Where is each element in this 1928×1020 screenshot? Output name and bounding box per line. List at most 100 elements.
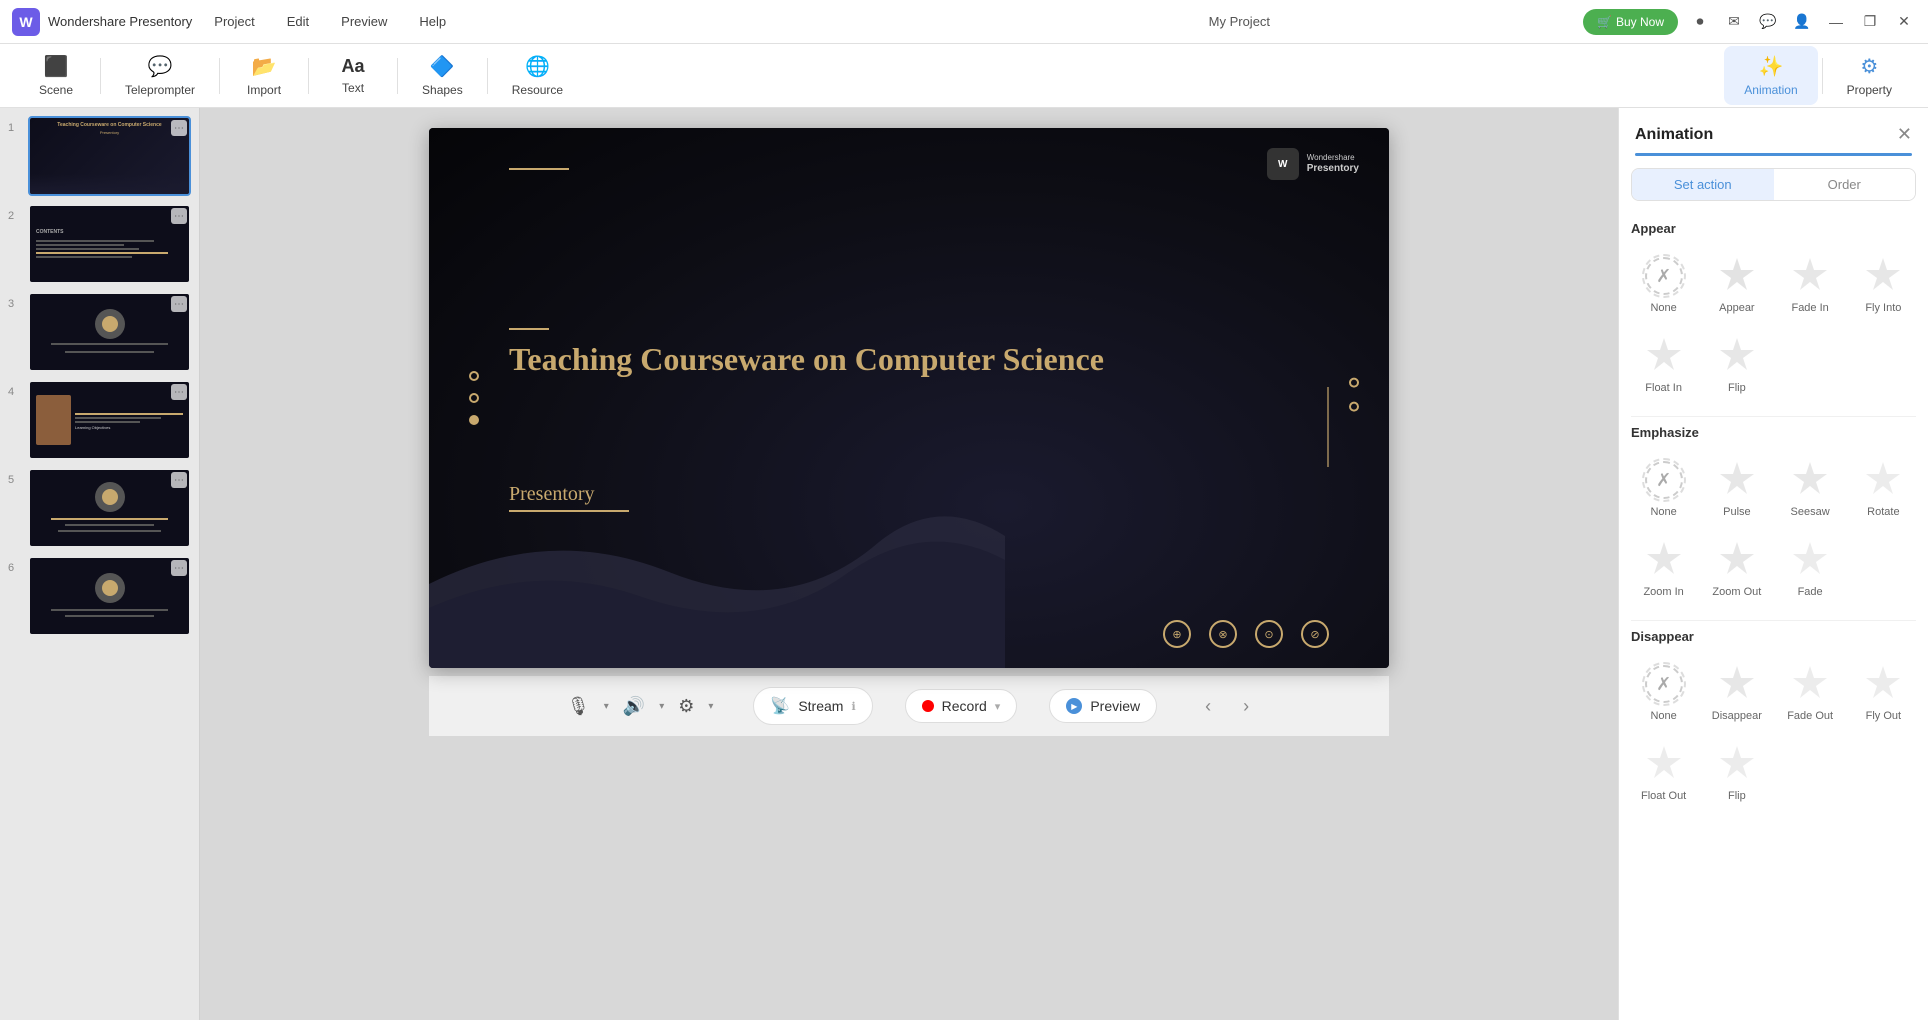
settings-dropdown[interactable]: ▾ — [708, 701, 713, 712]
toolbar-animation[interactable]: ✨ Animation — [1724, 46, 1817, 105]
stream-label: Stream — [798, 698, 843, 714]
slide-3-icon — [95, 309, 125, 339]
slide-item-3[interactable]: 3 ⋯ — [8, 292, 191, 372]
slide-canvas[interactable]: W Wondershare Presentory Teaching Course… — [429, 128, 1389, 668]
appear-appear-label: Appear — [1719, 302, 1754, 314]
appear-appear[interactable]: Appear — [1704, 248, 1769, 320]
microphone-button[interactable]: 🎙 — [561, 690, 596, 723]
emphasize-none[interactable]: ✗ None — [1631, 452, 1696, 524]
disappear-float-out[interactable]: Float Out — [1631, 736, 1696, 808]
disappear-disappear[interactable]: Disappear — [1704, 656, 1769, 728]
tab-set-action[interactable]: Set action — [1632, 169, 1774, 200]
disappear-fade-out-label: Fade Out — [1787, 710, 1833, 722]
canvas-logo-brand: Wondershare — [1307, 153, 1359, 163]
toolbar-shapes[interactable]: 🔷 Shapes — [402, 46, 483, 105]
disappear-fly-out[interactable]: Fly Out — [1851, 656, 1916, 728]
nav-next-button[interactable]: › — [1235, 692, 1257, 721]
recording-indicator[interactable]: ⏺ — [1688, 10, 1712, 34]
toolbar-resource-label: Resource — [512, 83, 563, 97]
close-button[interactable]: ✕ — [1892, 10, 1916, 34]
maximize-button[interactable]: ❐ — [1858, 10, 1882, 34]
scene-icon: ⬛ — [44, 54, 69, 79]
menu-help[interactable]: Help — [413, 10, 452, 33]
canvas-title[interactable]: Teaching Courseware on Computer Science — [509, 328, 1104, 378]
emphasize-seesaw[interactable]: Seesaw — [1778, 452, 1843, 524]
toolbar-scene-label: Scene — [39, 83, 73, 97]
slide-more-2[interactable]: ⋯ — [171, 208, 187, 224]
slide-item-6[interactable]: 6 ⋯ — [8, 556, 191, 636]
chat-icon-btn[interactable]: 💬 — [1756, 10, 1780, 34]
slide-item-2[interactable]: 2 CONTENTS ⋯ — [8, 204, 191, 284]
panel-tabs: Set action Order — [1631, 168, 1916, 201]
appear-flip[interactable]: Flip — [1704, 328, 1769, 400]
volume-button[interactable]: 🔊 — [617, 690, 651, 723]
slide-item-1[interactable]: 1 Teaching Courseware on Computer Scienc… — [8, 116, 191, 196]
slide-number-3: 3 — [8, 292, 22, 310]
slide-2-title: CONTENTS — [36, 229, 64, 235]
disappear-fade-out[interactable]: Fade Out — [1778, 656, 1843, 728]
slide-item-4[interactable]: 4 Learning Objectives ⋯ — [8, 380, 191, 460]
slide-thumb-5[interactable]: ⋯ — [28, 468, 191, 548]
emphasize-rotate[interactable]: Rotate — [1851, 452, 1916, 524]
mail-icon-btn[interactable]: ✉ — [1722, 10, 1746, 34]
appear-fade-in[interactable]: Fade In — [1778, 248, 1843, 320]
appear-flip-icon — [1715, 334, 1759, 378]
slide-more-1[interactable]: ⋯ — [171, 120, 187, 136]
slide-thumb-6[interactable]: ⋯ — [28, 556, 191, 636]
canvas-bottom-icon-3: ⊙ — [1255, 620, 1283, 648]
disappear-flip[interactable]: Flip — [1704, 736, 1769, 808]
tab-order[interactable]: Order — [1774, 169, 1916, 200]
disappear-none[interactable]: ✗ None — [1631, 656, 1696, 728]
emphasize-zoom-out[interactable]: Zoom Out — [1704, 532, 1769, 604]
vol-dropdown[interactable]: ▾ — [659, 701, 664, 712]
slide-thumb-2[interactable]: CONTENTS ⋯ — [28, 204, 191, 284]
settings-button[interactable]: ⚙ — [672, 690, 700, 723]
canvas-subtitle-underline — [509, 510, 629, 512]
slide-more-4[interactable]: ⋯ — [171, 384, 187, 400]
toolbar-teleprompter[interactable]: 💬 Teleprompter — [105, 46, 215, 105]
preview-button[interactable]: ▶ Preview — [1049, 689, 1157, 723]
appear-none[interactable]: ✗ None — [1631, 248, 1696, 320]
toolbar-property[interactable]: ⚙ Property — [1827, 46, 1912, 105]
canvas-dot-1 — [469, 371, 479, 381]
slide-thumb-4[interactable]: Learning Objectives ⋯ — [28, 380, 191, 460]
nav-prev-button[interactable]: ‹ — [1197, 692, 1219, 721]
emphasize-zoom-in[interactable]: Zoom In — [1631, 532, 1696, 604]
bottom-left-controls: 🎙 ▾ 🔊 ▾ ⚙ ▾ — [561, 690, 714, 723]
appear-float-in[interactable]: Float In — [1631, 328, 1696, 400]
toolbar-text[interactable]: Aa Text — [313, 48, 393, 103]
canvas-subtitle[interactable]: Presentory — [509, 483, 629, 512]
appear-animation-grid: ✗ None Appear — [1631, 248, 1916, 400]
record-button[interactable]: Record ▾ — [905, 689, 1018, 723]
slide-thumb-inner-2: CONTENTS — [30, 206, 189, 282]
user-icon-btn[interactable]: 👤 — [1790, 10, 1814, 34]
buy-now-button[interactable]: 🛒 Buy Now — [1583, 9, 1678, 35]
slide-more-6[interactable]: ⋯ — [171, 560, 187, 576]
slide-more-5[interactable]: ⋯ — [171, 472, 187, 488]
emphasize-fade[interactable]: Fade — [1778, 532, 1843, 604]
emphasize-none-icon: ✗ — [1642, 458, 1686, 502]
minimize-button[interactable]: — — [1824, 10, 1848, 34]
slide-item-5[interactable]: 5 ⋯ — [8, 468, 191, 548]
appear-fly-into[interactable]: Fly Into — [1851, 248, 1916, 320]
slides-panel: 1 Teaching Courseware on Computer Scienc… — [0, 108, 200, 1020]
slide-more-3[interactable]: ⋯ — [171, 296, 187, 312]
menu-project[interactable]: Project — [208, 10, 260, 33]
panel-close-button[interactable]: ✕ — [1897, 124, 1912, 145]
appear-flip-label: Flip — [1728, 382, 1746, 394]
menu-preview[interactable]: Preview — [335, 10, 393, 33]
toolbar-import[interactable]: 📂 Import — [224, 46, 304, 105]
mic-dropdown[interactable]: ▾ — [604, 701, 609, 712]
emphasize-pulse[interactable]: Pulse — [1704, 452, 1769, 524]
canvas-right-dot-1 — [1349, 378, 1359, 388]
appear-fade-in-icon — [1788, 254, 1832, 298]
toolbar-scene[interactable]: ⬛ Scene — [16, 46, 96, 105]
stream-button[interactable]: 📡 Stream ℹ — [753, 687, 872, 725]
emphasize-fade-icon — [1788, 538, 1832, 582]
menu-edit[interactable]: Edit — [281, 10, 315, 33]
bottom-toolbar: 🎙 ▾ 🔊 ▾ ⚙ ▾ 📡 Stream ℹ Record ▾ — [429, 676, 1389, 736]
disappear-section-title: Disappear — [1631, 629, 1916, 644]
slide-thumb-3[interactable]: ⋯ — [28, 292, 191, 372]
slide-thumb-1[interactable]: Teaching Courseware on Computer Science … — [28, 116, 191, 196]
toolbar-resource[interactable]: 🌐 Resource — [492, 46, 583, 105]
